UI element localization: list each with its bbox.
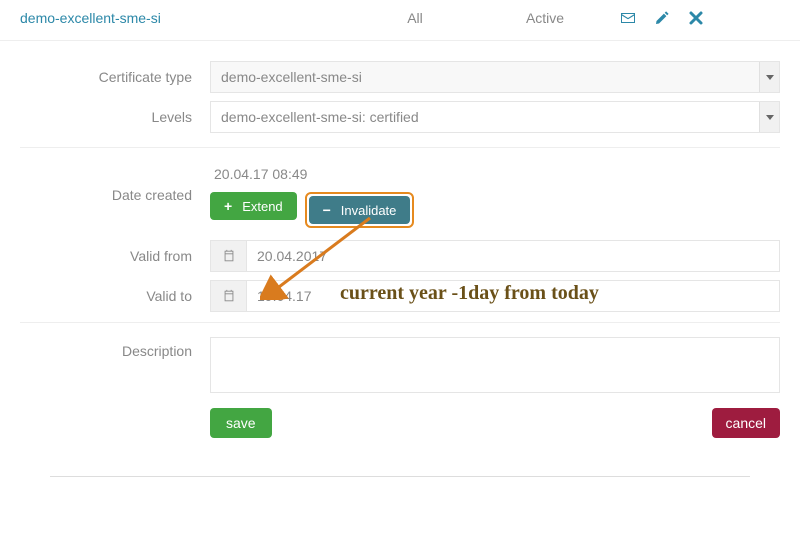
- tab-all[interactable]: All: [350, 10, 480, 26]
- valid-from-value: 20.04.2017: [247, 241, 779, 271]
- tab-certificate-link[interactable]: demo-excellent-sme-si: [20, 10, 350, 26]
- label-levels: Levels: [20, 109, 210, 125]
- header-tabs: demo-excellent-sme-si All Active: [0, 0, 800, 41]
- valid-to-value: 19.04.17: [247, 281, 779, 311]
- close-icon[interactable]: [688, 10, 704, 26]
- cancel-button[interactable]: cancel: [712, 408, 780, 438]
- extend-label: Extend: [242, 199, 282, 214]
- cert-type-select[interactable]: demo-excellent-sme-si: [210, 61, 780, 93]
- levels-select[interactable]: demo-excellent-sme-si: certified: [210, 101, 780, 133]
- certificate-form: Certificate type demo-excellent-sme-si L…: [0, 41, 800, 438]
- label-valid-from: Valid from: [20, 248, 210, 264]
- levels-value: demo-excellent-sme-si: certified: [221, 109, 419, 125]
- invalidate-highlight: − Invalidate: [305, 192, 415, 228]
- edit-icon[interactable]: [654, 10, 670, 26]
- valid-to-input[interactable]: 19.04.17: [210, 280, 780, 312]
- chevron-down-icon: [759, 102, 779, 132]
- form-actions: save cancel: [20, 408, 780, 438]
- invalidate-button[interactable]: − Invalidate: [309, 196, 411, 224]
- header-actions: [620, 10, 704, 26]
- extend-button[interactable]: + Extend: [210, 192, 297, 220]
- label-valid-to: Valid to: [20, 288, 210, 304]
- label-date-created: Date created: [20, 187, 210, 203]
- calendar-icon[interactable]: [211, 241, 247, 271]
- valid-from-input[interactable]: 20.04.2017: [210, 240, 780, 272]
- label-description: Description: [20, 337, 210, 359]
- date-created-value: 20.04.17 08:49: [210, 162, 780, 192]
- plus-icon: +: [224, 199, 232, 213]
- mail-icon[interactable]: [620, 10, 636, 26]
- calendar-icon[interactable]: [211, 281, 247, 311]
- cert-type-value: demo-excellent-sme-si: [221, 69, 362, 85]
- label-cert-type: Certificate type: [20, 69, 210, 85]
- description-input[interactable]: [210, 337, 780, 393]
- chevron-down-icon: [759, 62, 779, 92]
- tab-active[interactable]: Active: [480, 10, 610, 26]
- save-button[interactable]: save: [210, 408, 272, 438]
- minus-icon: −: [323, 203, 331, 217]
- bottom-divider: [50, 476, 750, 477]
- invalidate-label: Invalidate: [341, 203, 397, 218]
